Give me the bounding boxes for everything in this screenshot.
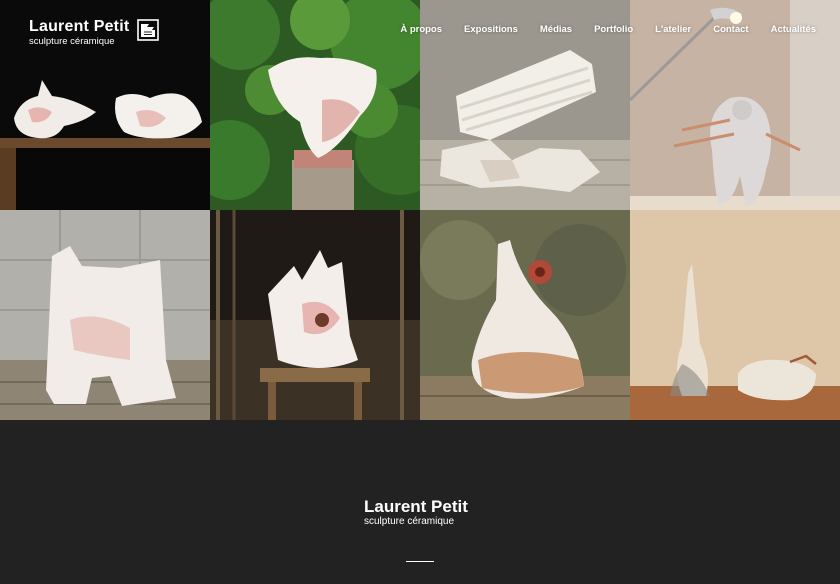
footer-logo[interactable]: Laurent Petit sculpture céramique <box>364 497 468 528</box>
portfolio-gallery <box>0 0 840 420</box>
brand-tagline: sculpture céramique <box>29 36 115 47</box>
footer-brand-name: Laurent Petit <box>364 497 468 516</box>
nav-link-actualites[interactable]: Actualités <box>771 24 816 35</box>
nav-link-contact[interactable]: Contact <box>713 24 748 35</box>
main-navigation: À propos Expositions Médias Portfolio L'… <box>378 24 816 35</box>
gallery-tile[interactable] <box>0 210 210 420</box>
nav-link-expositions[interactable]: Expositions <box>464 24 518 35</box>
gallery-image <box>420 210 630 420</box>
footer-divider <box>406 561 434 562</box>
gallery-tile[interactable] <box>630 210 840 420</box>
ceramic-logo-icon <box>137 19 160 41</box>
site-logo[interactable]: Laurent Petit sculpture céramique <box>29 18 160 47</box>
gallery-image <box>630 210 840 420</box>
site-footer: Laurent Petit sculpture céramique <box>0 420 840 584</box>
nav-link-a-propos[interactable]: À propos <box>400 24 442 35</box>
footer-brand-tagline: sculpture céramique <box>364 516 455 527</box>
gallery-tile[interactable] <box>210 210 420 420</box>
nav-link-atelier[interactable]: L'atelier <box>655 24 691 35</box>
gallery-tile[interactable] <box>420 210 630 420</box>
nav-link-portfolio[interactable]: Portfolio <box>594 24 633 35</box>
brand-name: Laurent Petit <box>29 18 130 35</box>
gallery-image <box>0 210 210 420</box>
nav-link-medias[interactable]: Médias <box>540 24 572 35</box>
gallery-image <box>210 210 420 420</box>
